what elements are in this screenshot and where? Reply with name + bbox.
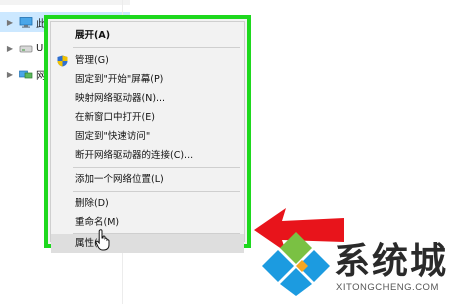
xitongcheng-logo-icon [262, 232, 330, 296]
hand-cursor-icon [95, 229, 110, 251]
watermark-brand: 系统城 [334, 241, 449, 282]
chevron-right-icon[interactable]: ▶ [4, 18, 16, 27]
menu-item-disconnect-network-drive[interactable]: 断开网络驱动器的连接(C)... [51, 146, 244, 165]
menu-item-map-network-drive[interactable]: 映射网络驱动器(N)... [51, 89, 244, 108]
watermark-url: XITONGCHENG.COM [336, 282, 439, 293]
menu-item-properties[interactable]: 属性(R) [51, 234, 244, 253]
admin-shield-icon [57, 55, 68, 67]
menu-item-delete[interactable]: 删除(D) [51, 194, 244, 213]
chevron-right-icon[interactable]: ▶ [4, 70, 16, 79]
context-menu-body: 展开(A) 管理(G) 固定到"开始"屏幕(P) 映射网络驱动器(N)... 在… [50, 21, 245, 253]
menu-item-manage[interactable]: 管理(G) [51, 51, 244, 70]
menu-item-open-new-window[interactable]: 在新窗口中打开(E) [51, 108, 244, 127]
nav-top-strip [0, 0, 130, 5]
menu-item-pin-quick-access[interactable]: 固定到"快速访问" [51, 127, 244, 146]
usb-drive-icon [19, 45, 33, 52]
computer-icon [19, 16, 33, 28]
menu-item-pin-to-start[interactable]: 固定到"开始"屏幕(P) [51, 70, 244, 89]
menu-item-add-network-location[interactable]: 添加一个网络位置(L) [51, 170, 244, 189]
context-menu: 展开(A) 管理(G) 固定到"开始"屏幕(P) 映射网络驱动器(N)... 在… [44, 15, 251, 253]
menu-separator [73, 191, 240, 192]
menu-separator [73, 47, 240, 48]
menu-separator [73, 167, 240, 168]
menu-item-rename[interactable]: 重命名(M) [51, 213, 244, 232]
network-icon [19, 70, 33, 78]
chevron-right-icon[interactable]: ▶ [4, 44, 16, 53]
menu-item-expand[interactable]: 展开(A) [51, 26, 244, 45]
menu-item-label: 管理(G) [75, 55, 109, 66]
